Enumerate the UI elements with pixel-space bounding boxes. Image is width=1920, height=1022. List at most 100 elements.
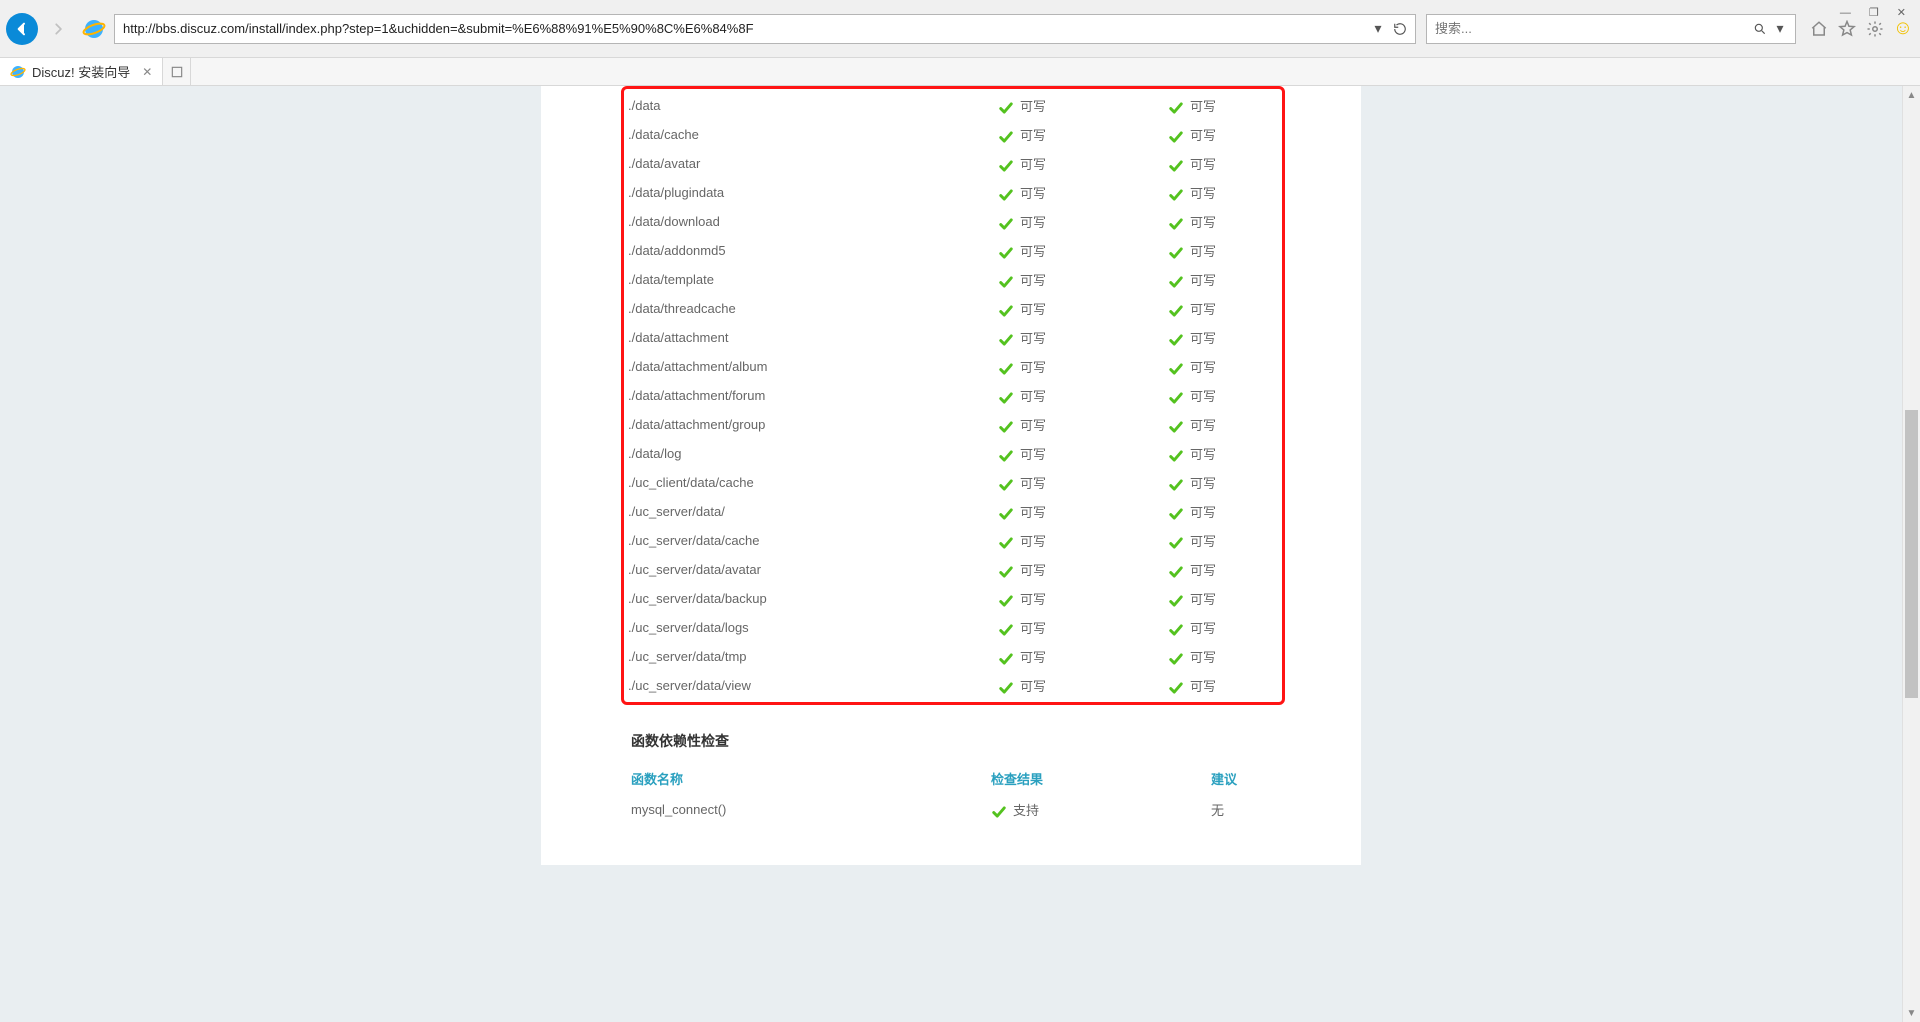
permissions-status-a: 可写 [998, 526, 1168, 555]
permissions-status-b: 可写 [1168, 468, 1278, 497]
permissions-status-a: 可写 [998, 265, 1168, 294]
forward-button[interactable] [42, 13, 74, 45]
permissions-status-b: 可写 [1168, 120, 1278, 149]
permissions-row: ./uc_server/data/tmp可写可写 [628, 642, 1278, 671]
permissions-status-b: 可写 [1168, 613, 1278, 642]
check-icon [998, 478, 1014, 492]
search-icon[interactable] [1751, 20, 1769, 38]
tab-close-icon[interactable]: ✕ [142, 65, 152, 79]
scrollbar-thumb[interactable] [1905, 410, 1918, 698]
search-bar[interactable]: ▾ [1426, 14, 1796, 44]
permissions-status-b: 可写 [1168, 323, 1278, 352]
vertical-scrollbar[interactable]: ▲ ▼ [1902, 86, 1920, 1022]
permissions-path: ./uc_server/data/view [628, 671, 998, 700]
browser-tab[interactable]: Discuz! 安装向导 ✕ [0, 58, 163, 85]
permissions-status-b: 可写 [1168, 91, 1278, 120]
window-close-button[interactable]: ✕ [1897, 6, 1906, 19]
install-wizard-card: ./data可写可写./data/cache可写可写./data/avatar可… [541, 86, 1361, 865]
scroll-down-icon[interactable]: ▼ [1903, 1004, 1920, 1022]
check-icon [1168, 681, 1184, 695]
permissions-status-b: 可写 [1168, 410, 1278, 439]
check-icon [1168, 623, 1184, 637]
browser-toolbar: — ❐ ✕ ▾ ▾ [0, 0, 1920, 58]
address-bar[interactable]: ▾ [114, 14, 1416, 44]
back-button[interactable] [6, 13, 38, 45]
check-icon [1168, 478, 1184, 492]
permissions-status-a: 可写 [998, 178, 1168, 207]
refresh-icon[interactable] [1391, 20, 1409, 38]
permissions-path: ./data/log [628, 439, 998, 468]
new-tab-button[interactable] [163, 58, 191, 85]
check-icon [998, 652, 1014, 666]
window-controls: — ❐ ✕ [1840, 0, 1920, 19]
address-input[interactable] [115, 15, 1363, 43]
permissions-status-b: 可写 [1168, 555, 1278, 584]
permissions-status-b: 可写 [1168, 265, 1278, 294]
check-icon [998, 333, 1014, 347]
settings-gear-icon[interactable] [1864, 18, 1886, 40]
permissions-row: ./uc_client/data/cache可写可写 [628, 468, 1278, 497]
permissions-status-b: 可写 [1168, 671, 1278, 700]
dropdown-icon[interactable]: ▾ [1369, 20, 1387, 38]
permissions-row: ./uc_server/data/可写可写 [628, 497, 1278, 526]
permissions-path: ./data/plugindata [628, 178, 998, 207]
permissions-row: ./data/template可写可写 [628, 265, 1278, 294]
permissions-path: ./data/avatar [628, 149, 998, 178]
permissions-table: ./data可写可写./data/cache可写可写./data/avatar可… [628, 91, 1278, 700]
permissions-row: ./data可写可写 [628, 91, 1278, 120]
check-icon [998, 246, 1014, 260]
permissions-status-a: 可写 [998, 584, 1168, 613]
permissions-path: ./data/addonmd5 [628, 236, 998, 265]
feedback-smile-icon[interactable]: ☺ [1892, 18, 1914, 40]
check-icon [1168, 333, 1184, 347]
check-icon [998, 275, 1014, 289]
home-icon[interactable] [1808, 18, 1830, 40]
address-bar-buttons: ▾ [1363, 20, 1415, 38]
check-icon [1168, 362, 1184, 376]
check-icon [998, 536, 1014, 550]
permissions-row: ./uc_server/data/logs可写可写 [628, 613, 1278, 642]
permissions-row: ./data/addonmd5可写可写 [628, 236, 1278, 265]
ie-logo-icon [82, 17, 106, 41]
favorites-icon[interactable] [1836, 18, 1858, 40]
permissions-status-a: 可写 [998, 236, 1168, 265]
permissions-path: ./uc_server/data/ [628, 497, 998, 526]
search-input[interactable] [1427, 15, 1745, 43]
permissions-status-a: 可写 [998, 497, 1168, 526]
permissions-path: ./data [628, 91, 998, 120]
permissions-status-a: 可写 [998, 410, 1168, 439]
search-bar-buttons: ▾ [1745, 20, 1795, 38]
permissions-status-a: 可写 [998, 555, 1168, 584]
permissions-row: ./uc_server/data/avatar可写可写 [628, 555, 1278, 584]
fn-header-name: 函数名称 [631, 763, 991, 794]
permissions-status-b: 可写 [1168, 149, 1278, 178]
check-icon [1168, 159, 1184, 173]
scroll-up-icon[interactable]: ▲ [1903, 86, 1920, 104]
permissions-status-a: 可写 [998, 294, 1168, 323]
check-icon [1168, 217, 1184, 231]
permissions-path: ./data/template [628, 265, 998, 294]
check-icon [998, 130, 1014, 144]
permissions-status-b: 可写 [1168, 236, 1278, 265]
check-icon [998, 362, 1014, 376]
check-icon [998, 594, 1014, 608]
permissions-path: ./uc_server/data/avatar [628, 555, 998, 584]
check-icon [1168, 594, 1184, 608]
function-name: mysql_connect() [631, 794, 991, 825]
permissions-path: ./data/attachment [628, 323, 998, 352]
permissions-status-a: 可写 [998, 91, 1168, 120]
permissions-status-b: 可写 [1168, 526, 1278, 555]
search-dropdown-icon[interactable]: ▾ [1771, 20, 1789, 38]
permissions-status-a: 可写 [998, 149, 1168, 178]
scrollbar-track[interactable] [1903, 104, 1920, 1004]
window-minimize-button[interactable]: — [1840, 7, 1851, 19]
check-icon [1168, 391, 1184, 405]
permissions-status-b: 可写 [1168, 352, 1278, 381]
check-icon [1168, 130, 1184, 144]
check-icon [998, 565, 1014, 579]
check-icon [998, 507, 1014, 521]
check-icon [1168, 449, 1184, 463]
window-maximize-button[interactable]: ❐ [1869, 6, 1879, 19]
permissions-status-a: 可写 [998, 323, 1168, 352]
check-icon [998, 391, 1014, 405]
